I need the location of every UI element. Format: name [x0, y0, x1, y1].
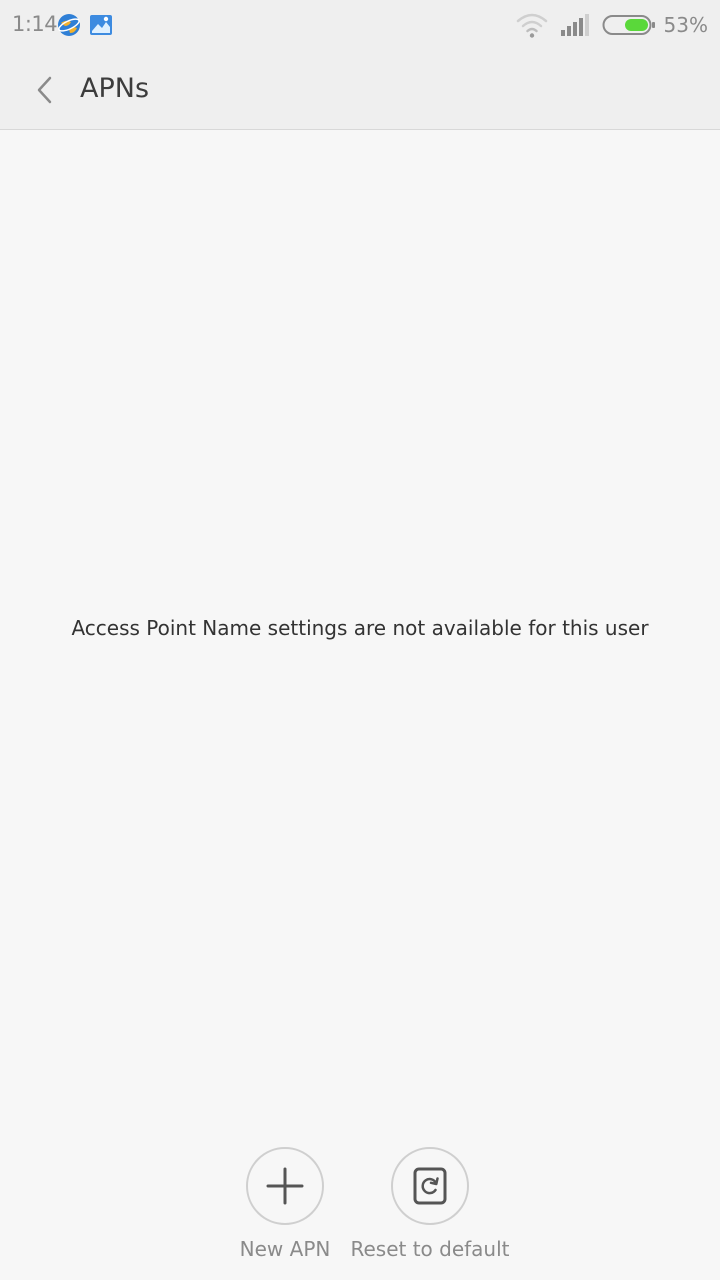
- back-button[interactable]: [22, 68, 66, 112]
- plus-icon: [265, 1166, 305, 1206]
- chevron-left-icon: [34, 75, 54, 105]
- browser-app-icon: [57, 13, 81, 37]
- action-bar: APNs: [0, 50, 720, 130]
- wifi-icon: [516, 12, 548, 38]
- status-icons: 53%: [516, 10, 708, 40]
- page-title: APNs: [80, 73, 150, 104]
- new-apn-label: New APN: [239, 1237, 331, 1261]
- new-apn-action[interactable]: New APN: [205, 1147, 365, 1261]
- reset-icon: [412, 1166, 448, 1206]
- new-apn-button[interactable]: [246, 1147, 324, 1225]
- reset-to-default-button[interactable]: [391, 1147, 469, 1225]
- battery-icon: [602, 13, 656, 37]
- battery-percent: 53%: [663, 13, 708, 37]
- gallery-app-icon: [89, 13, 113, 37]
- status-time: 1:14: [12, 12, 58, 36]
- empty-state-message: Access Point Name settings are not avail…: [71, 616, 649, 640]
- reset-to-default-label: Reset to default: [350, 1237, 510, 1261]
- cellular-signal-icon: [560, 13, 590, 37]
- status-bar: 1:14 53%: [0, 0, 720, 50]
- reset-to-default-action[interactable]: Reset to default: [350, 1147, 510, 1261]
